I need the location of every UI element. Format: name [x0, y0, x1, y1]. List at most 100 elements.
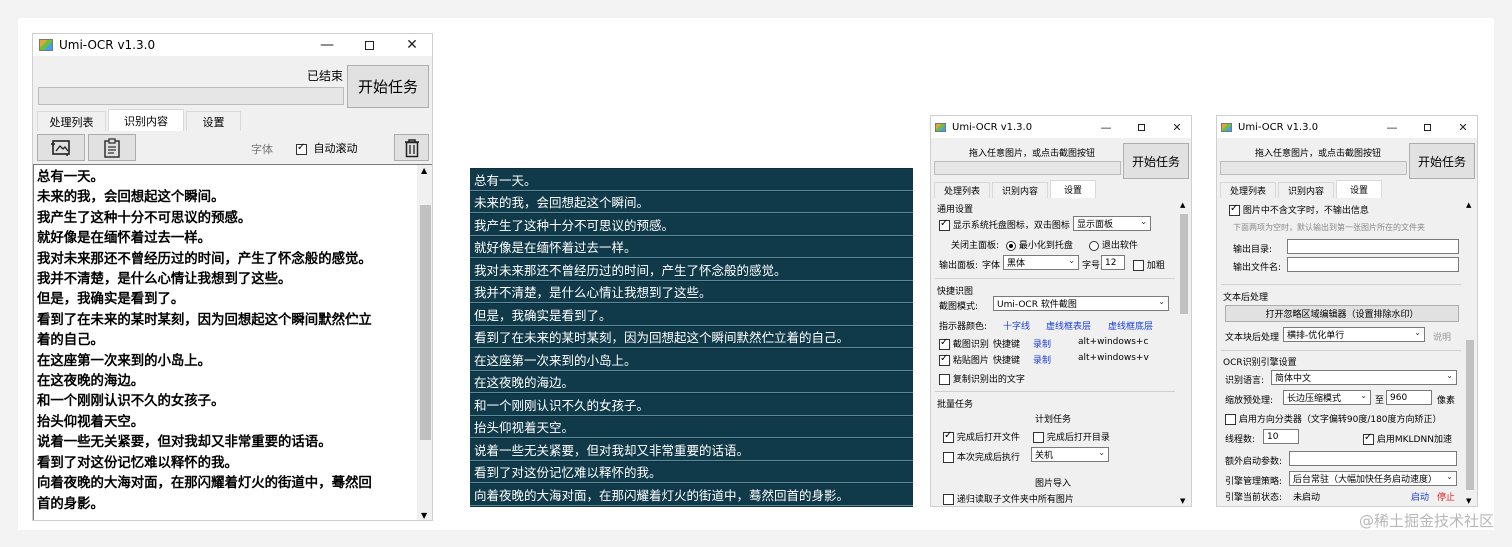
screenshot-ocr-checkbox[interactable]: 截图识别 [939, 337, 989, 350]
list-item[interactable]: 向着夜晚的大海对面，在那闪耀着灯火的街道中，蓦然回首的身影。 [470, 484, 913, 506]
open-file-checkbox[interactable]: 完成后打开文件 [943, 430, 1020, 443]
tab-settings[interactable]: 设置 [1336, 180, 1382, 198]
scroll-up-arrow-icon[interactable]: ▲ [421, 166, 427, 175]
scroll-thumb[interactable] [1466, 340, 1474, 490]
explain-link[interactable]: 说明 [1433, 330, 1451, 343]
list-item[interactable]: 我产生了这种十分不可思议的预感。 [470, 214, 913, 236]
recursive-checkbox[interactable]: 递归读取子文件夹中所有图片 [943, 492, 1074, 505]
list-item[interactable]: 我并不清楚，是什么心情让我想到了这些。 [470, 281, 913, 303]
text-scrollbar[interactable]: ▲ ▼ [417, 165, 432, 520]
recognized-text-area[interactable]: 总有一天。 未来的我，会回想起这个瞬间。 我产生了这种十分不可思议的预感。 就好像是在… [33, 164, 432, 520]
list-item[interactable]: 总有一天。 [470, 169, 913, 191]
engine-stop-link[interactable]: 停止 [1437, 490, 1455, 503]
list-item[interactable]: 我对未来那还不曾经历过的时间，产生了怀念般的感觉。 [470, 259, 913, 281]
tab-recognized-content[interactable]: 识别内容 [108, 109, 184, 131]
tab-recognized-content[interactable]: 识别内容 [992, 182, 1048, 198]
tab-process-list[interactable]: 处理列表 [37, 111, 106, 131]
extra-args-label: 额外启动参数: [1225, 457, 1283, 467]
screenshot-button[interactable] [37, 134, 85, 161]
record-hotkey-link[interactable]: 录制 [1033, 337, 1051, 350]
indicator-dash-bottom-link[interactable]: 虚线框底层 [1108, 319, 1153, 332]
close-icon[interactable]: ✕ [401, 34, 423, 56]
tray-action-select[interactable]: 显示面板 ⌄ [1073, 216, 1151, 231]
scroll-up-arrow-icon[interactable]: ▲ [1466, 201, 1471, 209]
batch-title: 批量任务 [937, 400, 974, 410]
capture-mode-select[interactable]: Umi-OCR 软件截图 ⌄ [993, 296, 1169, 311]
close-icon[interactable]: ✕ [1168, 116, 1186, 138]
tab-recognized-content[interactable]: 识别内容 [1278, 182, 1334, 198]
paste-button[interactable] [88, 134, 136, 161]
tab-process-list[interactable]: 处理列表 [1220, 182, 1276, 198]
bold-checkbox[interactable]: 加粗 [1133, 258, 1165, 271]
ignore-area-editor-button[interactable]: 打开忽略区域编辑器（设置排除水印） [1225, 305, 1459, 322]
output-dir-input[interactable] [1287, 239, 1459, 254]
tab-settings[interactable]: 设置 [1050, 180, 1096, 198]
list-item[interactable]: 和一个刚刚认识不久的女孩子。 [470, 394, 913, 416]
policy-select[interactable]: 后台常驻（大幅加快任务启动速度） ⌄ [1289, 471, 1457, 486]
indicator-dash-top-link[interactable]: 虚线框表层 [1046, 319, 1091, 332]
scroll-down-arrow-icon[interactable]: ▼ [421, 511, 427, 520]
no-text-checkbox[interactable]: 图片中不含文字时，不输出信息 [1229, 203, 1369, 216]
maximize-icon[interactable] [1418, 116, 1436, 138]
minimize-icon[interactable]: — [316, 34, 338, 56]
indicator-crosshair-link[interactable]: 十字线 [1003, 319, 1030, 332]
start-task-button[interactable]: 开始任务 [1409, 143, 1475, 179]
autoscroll-checkbox[interactable]: 自动滚动 [296, 140, 358, 156]
close-minimize-radio[interactable]: 最小化到托盘 [1006, 238, 1073, 251]
window-title: Umi-OCR v1.3.0 [59, 38, 156, 52]
list-item[interactable]: 抬头仰视着天空。 [470, 416, 913, 438]
font-select[interactable]: 黑体 ⌄ [1003, 255, 1079, 270]
exec-after-checkbox[interactable]: 本次完成后执行 [943, 450, 1020, 463]
font-label[interactable]: 字体 [251, 141, 273, 157]
list-item[interactable]: 看到了在未来的某时某刻，因为回想起这个瞬间默然伫立着的自己。 [470, 326, 913, 348]
scale-pixel-input[interactable]: 960 [1386, 390, 1432, 405]
output-name-input[interactable] [1287, 257, 1459, 272]
list-item[interactable]: 就好像是在缅怀着过去一样。 [470, 236, 913, 258]
engine-start-link[interactable]: 启动 [1411, 490, 1429, 503]
maximize-icon[interactable] [1132, 116, 1150, 138]
scale-mode-select[interactable]: 长边压缩模式 ⌄ [1283, 390, 1371, 405]
tab-process-list[interactable]: 处理列表 [934, 182, 990, 198]
list-item[interactable]: 看到了对这份记忆难以释怀的我。 [470, 461, 913, 483]
clear-button[interactable] [394, 134, 429, 161]
exec-action-select[interactable]: 关机 ⌄ [1031, 447, 1109, 462]
list-item[interactable]: 说着一些无关紧要，但对我却又非常重要的话语。 [470, 439, 913, 461]
pixel-label: 像素 [1437, 396, 1456, 406]
tray-checkbox[interactable]: 显示系统托盘图标，双击图标 [939, 218, 1070, 231]
text-line: 首的身影。 [37, 496, 104, 512]
minimize-icon[interactable]: — [1383, 116, 1401, 138]
divider [1221, 350, 1461, 351]
angle-classifier-checkbox[interactable]: 启用方向分类器（文字偏转90度/180度方向矫正） [1225, 412, 1442, 425]
paste-image-checkbox[interactable]: 粘贴图片 [939, 353, 989, 366]
language-select[interactable]: 简体中文 ⌄ [1271, 370, 1457, 385]
start-task-button[interactable]: 开始任务 [347, 65, 429, 108]
record-hotkey-link[interactable]: 录制 [1033, 353, 1051, 366]
close-exit-radio[interactable]: 退出软件 [1089, 238, 1138, 251]
list-item[interactable]: 但是，我确实是看到了。 [470, 304, 913, 326]
block-postprocess-select[interactable]: 横排-优化单行 ⌄ [1283, 327, 1425, 342]
scroll-thumb[interactable] [1180, 214, 1188, 314]
close-icon[interactable]: ✕ [1454, 116, 1472, 138]
scroll-thumb[interactable] [420, 205, 431, 440]
threads-input[interactable]: 10 [1263, 429, 1299, 444]
extra-args-input[interactable] [1289, 451, 1457, 466]
maximize-icon[interactable] [358, 34, 380, 56]
list-item[interactable]: 在这座第一次来到的小岛上。 [470, 349, 913, 371]
divider [1221, 284, 1461, 285]
minimize-icon[interactable]: — [1097, 116, 1115, 138]
start-task-button[interactable]: 开始任务 [1123, 143, 1189, 179]
scroll-up-arrow-icon[interactable]: ▲ [1180, 201, 1185, 209]
font-size-input[interactable]: 12 [1101, 255, 1125, 270]
list-item[interactable]: 在这夜晚的海边。 [470, 371, 913, 393]
settings-scrollbar[interactable]: ▲ ▼ [1178, 200, 1190, 506]
tab-settings[interactable]: 设置 [186, 111, 241, 131]
block-postprocess-value: 横排-优化单行 [1287, 331, 1345, 341]
copy-text-checkbox[interactable]: 复制识别出的文字 [939, 372, 1025, 385]
policy-value: 后台常驻（大幅加快任务启动速度） [1293, 475, 1438, 485]
settings-scrollbar[interactable]: ▲ ▼ [1464, 200, 1476, 506]
scroll-down-arrow-icon[interactable]: ▼ [1466, 497, 1471, 505]
list-item[interactable]: 未来的我，会回想起这个瞬间。 [470, 191, 913, 213]
scroll-down-arrow-icon[interactable]: ▼ [1180, 497, 1185, 505]
open-dir-checkbox[interactable]: 完成后打开目录 [1033, 430, 1110, 443]
mkldnn-checkbox[interactable]: 启用MKLDNN加速 [1363, 432, 1452, 445]
